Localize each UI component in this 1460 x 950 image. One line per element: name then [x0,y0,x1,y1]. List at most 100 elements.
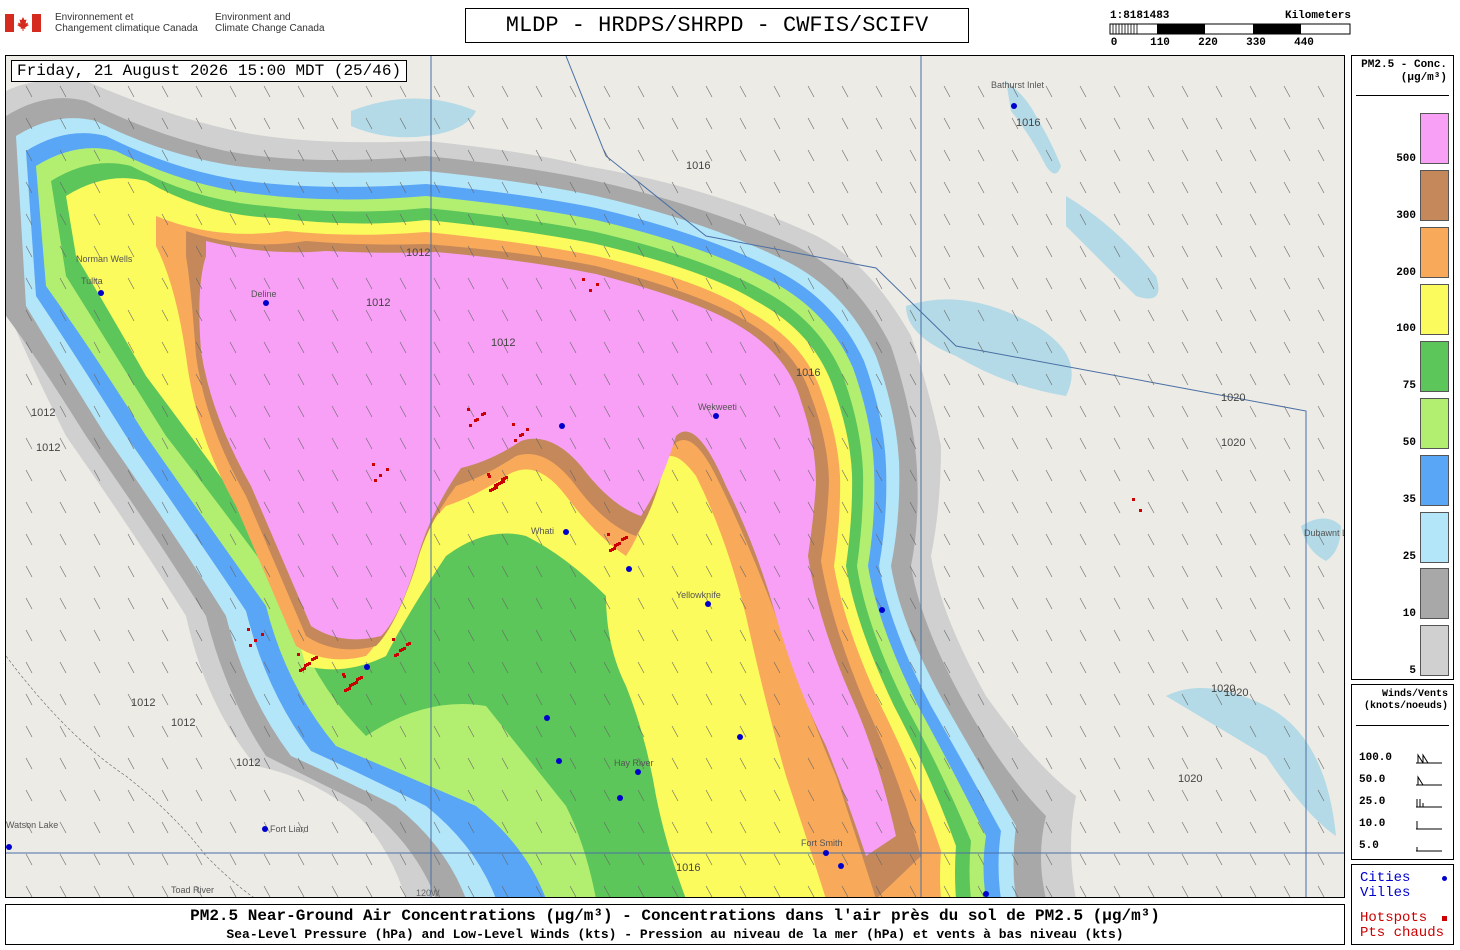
hotspot-marker [355,681,358,684]
wind-barb [1147,789,1155,802]
wind-barb [59,437,67,450]
wind-barb [1147,885,1155,897]
wind-barb [943,373,951,386]
wind-barb [1249,885,1257,897]
wind-barb [501,117,509,130]
wind-legend-title-line1: Winds/Vents [1381,689,1448,700]
wind-barb [807,149,815,162]
wind-barb [1079,373,1087,386]
wind-barb [943,533,951,546]
wind-barb [1317,693,1325,706]
wind-barb [1045,437,1053,450]
wind-legend-row: 50.0 [1359,774,1449,788]
wind-barb [501,85,509,98]
wind-barb [25,853,33,866]
wind-barb [1079,533,1087,546]
wind-barb [1215,277,1223,290]
wind-barb [943,597,951,610]
wind-barb [1283,533,1291,546]
wind-barb [1113,885,1121,897]
wind-barb [1079,789,1087,802]
wind-barb [1079,853,1087,866]
hotspot-marker-icon [1442,916,1447,921]
legend-swatch [1420,568,1449,619]
wind-barb [1045,213,1053,226]
wind-barb [331,885,339,897]
legend-bin-label: 25 [1402,551,1416,563]
wind-barb [1249,757,1257,770]
city-marker [1011,103,1017,109]
wind-barb [1079,149,1087,162]
wind-barb [1215,245,1223,258]
wind-barb [1181,245,1189,258]
wind-barb [1283,853,1291,866]
wind-barb [1181,533,1189,546]
wind-barb [943,565,951,578]
city-label: Yellowknife [676,590,721,600]
hotspot-marker [403,647,406,650]
wind-barb [1079,597,1087,610]
wind-barb [161,821,169,834]
wind-barb [1215,341,1223,354]
scale-unit: Kilometers [1284,10,1351,22]
wind-barb [1181,85,1189,98]
cities-legend-label: Cities [1360,870,1411,886]
forecast-datetime: Friday, 21 August 2026 15:00 MDT (25/46) [11,60,408,82]
wind-barb [1317,501,1325,514]
isobar-label: 1012 [31,407,55,419]
wind-barb [1147,725,1155,738]
canada-flag-icon [5,14,41,32]
wind-barb [1011,245,1019,258]
city-marker [6,844,12,850]
pm25-concentration-layers [6,79,1076,897]
wind-barb [739,181,747,194]
scale-bar-graphic [1109,23,1351,35]
wind-barb [1181,501,1189,514]
wind-barb [1181,277,1189,290]
wind-barb [1113,437,1121,450]
wind-barb [807,85,815,98]
wind-barb [1283,789,1291,802]
map-canvas[interactable]: 1016 1012 1012 1012 1020 1020 1020 1020 … [6,56,1345,898]
wind-barb [93,597,101,610]
wind-barb [1181,597,1189,610]
wind-barb [127,597,135,610]
wind-barb [25,437,33,450]
wind-barb [1079,629,1087,642]
wind-barb [1147,597,1155,610]
wind-barb [93,789,101,802]
wind-barb [93,725,101,738]
wind-barb [1147,85,1155,98]
wind-barb [1283,693,1291,706]
wind-barb [331,85,339,98]
wind-barb [909,181,917,194]
smoke-forecast-map[interactable]: 1016 1012 1012 1012 1020 1020 1020 1020 … [5,55,1345,898]
hotspot-marker [582,278,585,281]
hotspot-marker [488,475,491,478]
wind-barb [773,117,781,130]
city-label: Fort Smith [801,838,843,848]
wind-barb [1181,309,1189,322]
wind-barb [1079,437,1087,450]
hotspot-marker [521,433,524,436]
wind-barb [1113,341,1121,354]
wind-barb [875,85,883,98]
wind-barb [1283,85,1291,98]
wind-barb [93,533,101,546]
wind-barb [1215,533,1223,546]
map-caption: PM2.5 Near-Ground Air Concentrations (µg… [5,904,1345,945]
legend-swatch [1420,227,1449,278]
wind-barb [93,885,101,897]
city-marker [879,607,885,613]
wind-barb [977,85,985,98]
wind-barb [331,117,339,130]
wind-barb [1181,565,1189,578]
wind-barb [297,85,305,98]
wind-barb [25,469,33,482]
hotspot-marker [261,633,264,636]
wind-barb [59,693,67,706]
wind-barb [297,789,305,802]
wind-barb [1317,245,1325,258]
isobar-label: 1016 [686,160,710,172]
wind-barb [1113,181,1121,194]
